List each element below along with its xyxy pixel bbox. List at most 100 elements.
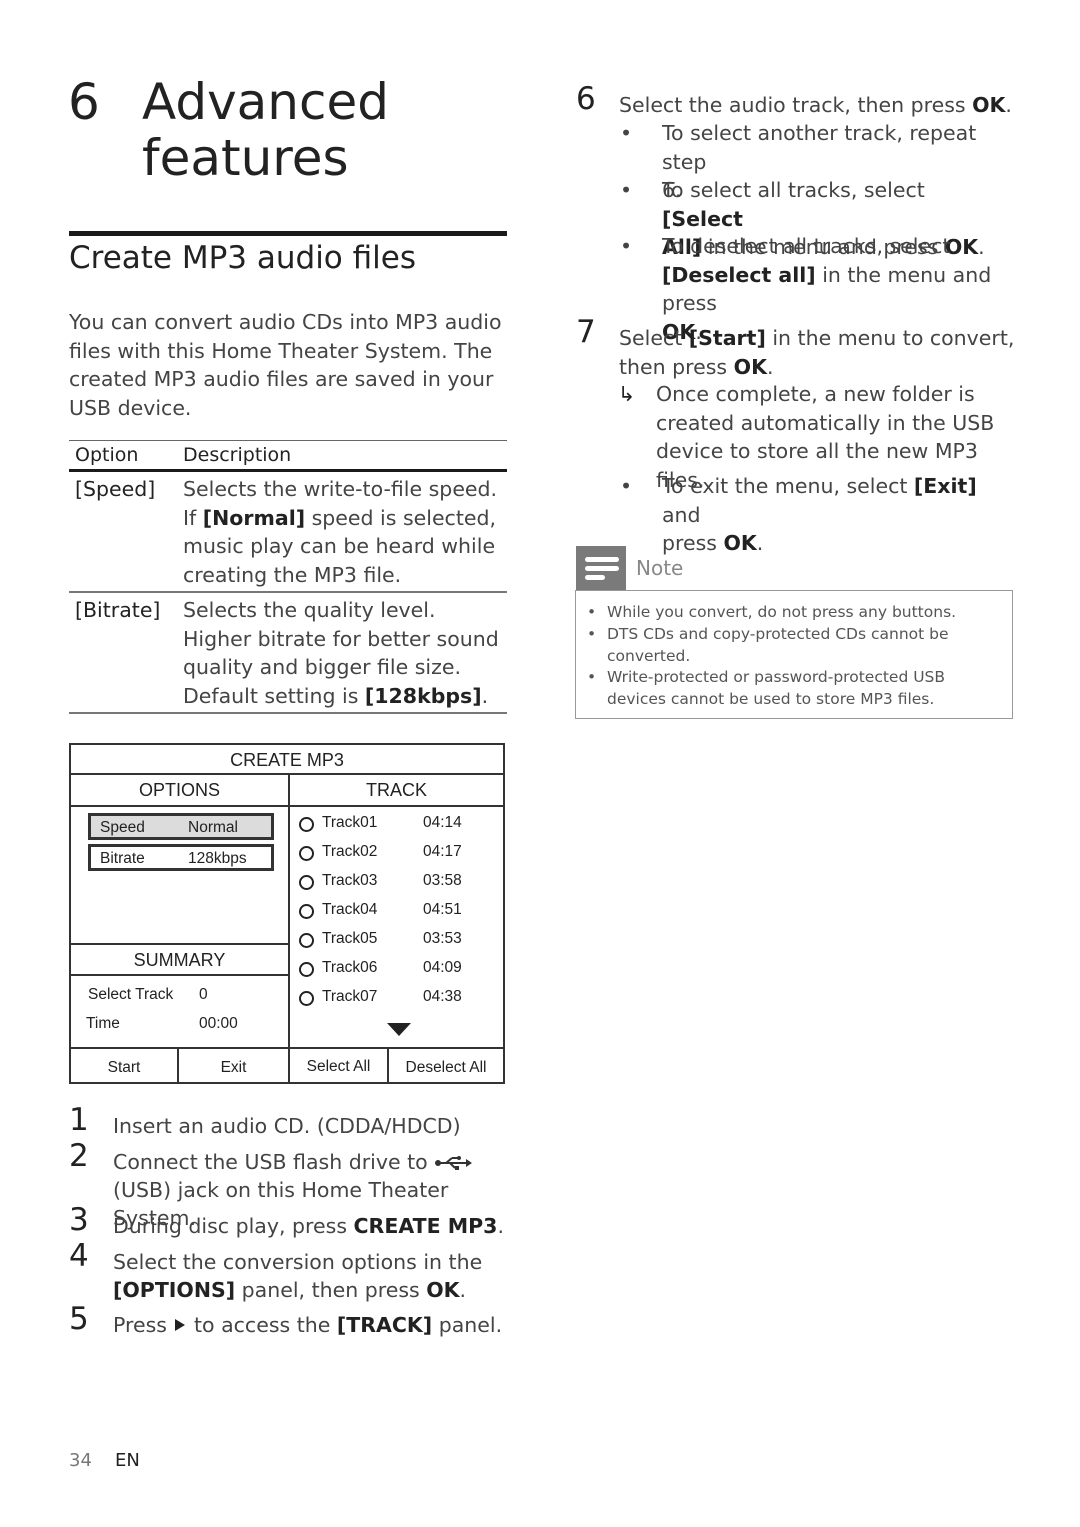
track-time: 04:14 [423,814,462,831]
track-item[interactable]: Track01 04:14 [297,814,497,836]
bullet-line: and [662,502,701,527]
bullet-text: To exit the menu, select [Exit] and pres… [662,472,1012,558]
track-item[interactable]: Track06 04:09 [297,959,497,981]
track-item[interactable]: Track07 04:38 [297,988,497,1010]
step-number: 5 [69,1301,89,1337]
radio-circle-icon [299,991,314,1006]
divider [71,805,503,807]
note-icon-bar [585,557,619,562]
step-text-part: panel. [432,1313,503,1337]
note-icon-bar [585,566,619,571]
chapter-title: Advanced features [142,74,502,186]
deselect-all-button[interactable]: Deselect All [389,1059,503,1077]
bullet-item: • To select another track, repeat step 6… [620,119,1020,202]
track-name: Track01 [322,814,378,831]
step-text: During disc play, press CREATE MP3. [113,1212,504,1240]
track-panel-header: TRACK [365,780,427,800]
option-speed[interactable]: Speed Normal [88,813,274,840]
radio-circle-icon [299,962,314,977]
track-item[interactable]: Track04 04:51 [297,901,497,923]
step-text-part: . [497,1214,504,1238]
step-text-part: Select the audio track, then press [619,93,973,117]
desc-bold: [Normal] [202,505,306,530]
track-name: Track07 [322,988,378,1005]
track-time: 03:53 [423,930,462,947]
usb-icon [435,1156,473,1170]
bullet-line: To deselect all tracks, select [662,234,951,258]
bullet-bold: [Exit] [913,474,977,498]
step-number: 4 [69,1238,89,1274]
step-2: 2 Connect the USB flash drive to (USB) j… [69,1141,519,1230]
track-name: Track06 [322,959,378,976]
page-number: 34 [69,1450,92,1471]
bullet-item: • To select all tracks, select [Select A… [620,176,1020,259]
play-triangle-icon [175,1318,186,1331]
step-number: 7 [576,314,596,350]
step-number: 1 [69,1102,89,1138]
radio-circle-icon [299,817,314,832]
down-triangle-icon[interactable] [387,1023,411,1036]
step-7: 7 Select [Start] in the menu to convert,… [576,317,1019,381]
track-time: 04:17 [423,843,462,860]
note-icon [576,546,626,590]
intro-paragraph: You can convert audio CDs into MP3 audio… [69,310,502,420]
step-text: Select the conversion options in the [OP… [113,1248,513,1304]
option-value: Normal [188,819,238,836]
bullet-item: • To deselect all tracks, select [Desele… [620,232,1020,344]
step-text-part: . [766,354,774,379]
bullet-bold: [Deselect all] [662,262,816,287]
table-row: [Speed] Selects the write-to-file speed.… [69,472,507,591]
step-number: 6 [576,81,596,117]
radio-circle-icon [299,875,314,890]
track-name: Track03 [322,872,378,889]
header-option: Option [75,444,139,466]
step-bold: OK [972,93,1006,117]
bullet-line: To exit the menu, select [662,474,914,498]
bullet-line: press [662,531,724,555]
option-value: 128kbps [188,850,247,867]
option-bitrate[interactable]: Bitrate 128kbps [88,844,274,871]
bullet-dot: • [620,234,633,258]
screen-title: CREATE MP3 [230,750,344,770]
create-mp3-screen: CREATE MP3 OPTIONS TRACK Speed Normal Bi… [69,743,505,1084]
select-all-button[interactable]: Select All [290,1058,387,1076]
option-name: [Bitrate] [75,598,161,622]
note-box: • While you convert, do not press any but… [575,590,1013,719]
step-text: Press to access the [TRACK] panel. [113,1311,502,1339]
track-item[interactable]: Track02 04:17 [297,843,497,865]
divider [71,1047,503,1049]
track-item[interactable]: Track05 03:53 [297,930,497,952]
step-bold: [TRACK] [336,1313,433,1337]
step-text-part: Select the conversion options in the [113,1250,483,1274]
option-label: Bitrate [100,850,145,867]
step-number: 2 [69,1138,89,1174]
divider [71,943,288,945]
exit-button[interactable]: Exit [179,1059,288,1077]
track-item[interactable]: Track03 03:58 [297,872,497,894]
section-title: Create MP3 audio files [69,240,416,276]
table-row: [Bitrate] Selects the quality level. Hig… [69,593,507,712]
bullet-dot: • [587,625,597,643]
option-description: Selects the write-to-file speed. If [Nor… [183,475,507,589]
bullet-bold: OK [723,531,757,555]
step-text-part: panel, then press [235,1278,427,1302]
start-button[interactable]: Start [71,1059,177,1077]
step-text: Select [Start] in the menu to convert, t… [619,324,1019,381]
bullet-dot: • [620,121,633,145]
step-text-part: in the menu to convert, [765,326,1015,350]
step-bold: OK [733,354,767,379]
options-table: Option Description [Speed] Selects the w… [69,440,507,714]
summary-select-track-label: Select Track [88,986,174,1003]
track-time: 03:58 [423,872,462,889]
result-arrow-icon: ↳ [618,382,636,406]
track-time: 04:51 [423,901,462,918]
radio-circle-icon [299,904,314,919]
bullet-line: To select another track, repeat step [662,121,977,174]
desc-text: Default setting is [183,683,365,708]
step-bold: [OPTIONS] [113,1278,236,1302]
desc-text: . [481,683,489,708]
step-number: 3 [69,1202,89,1238]
bullet-item: • To exit the menu, select [Exit] and pr… [620,472,1020,555]
chapter-title-line2: features [142,129,349,187]
note-text: While you convert, do not press any butt… [607,603,957,621]
